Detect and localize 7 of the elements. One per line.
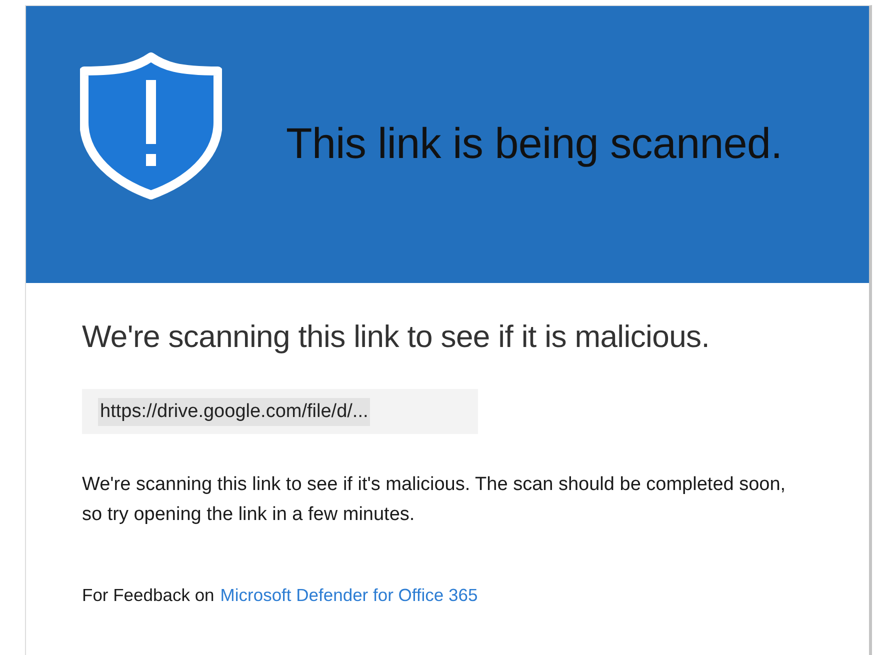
feedback-label: For Feedback on [82,585,214,606]
shield-warning-icon [80,52,222,200]
description-text: We're scanning this link to see if it's malicious. The scan should be completed soon, so try opening the link in a few minutes. [82,473,787,527]
message-heading: We're scanning this link to see if it is malicious. [82,319,711,355]
page-title: This link is being scanned. [286,120,782,169]
scanned-url: https://drive.google.com/file/d/... [98,398,370,426]
feedback-link[interactable]: Microsoft Defender for Office 365 [220,585,478,606]
